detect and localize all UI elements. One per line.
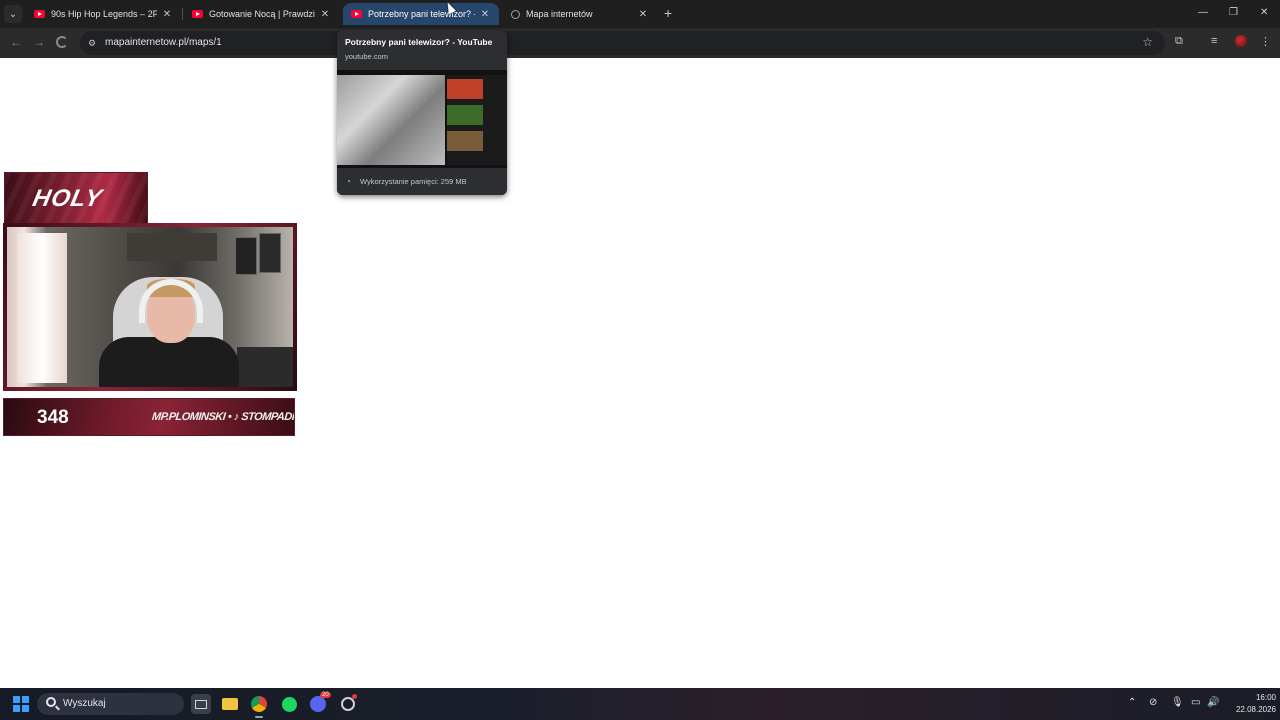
webcam-poster bbox=[235, 237, 257, 275]
video-thumbnail bbox=[447, 131, 483, 151]
tab-telewizor[interactable]: Potrzebny pani telewizor? - You ✕ bbox=[343, 3, 499, 25]
tab-title: Potrzebny pani telewizor? - You bbox=[368, 9, 475, 19]
close-window-icon[interactable]: ✕ bbox=[1260, 7, 1268, 18]
volume-icon[interactable]: 🔊 bbox=[1207, 697, 1219, 708]
webcam-feed bbox=[7, 227, 293, 387]
stream-logo-banner: HOLY bbox=[4, 172, 148, 224]
spotify-icon[interactable] bbox=[279, 694, 299, 714]
close-icon[interactable]: ✕ bbox=[637, 9, 649, 20]
minimize-icon[interactable]: — bbox=[1198, 7, 1208, 18]
restore-icon[interactable]: ❐ bbox=[1229, 7, 1238, 18]
tab-strip: ⌄ 90s Hip Hop Legends – 2Pac, Em ✕ Gotow… bbox=[0, 0, 1280, 28]
profile-avatar[interactable] bbox=[1235, 35, 1247, 47]
streamer-body bbox=[99, 337, 239, 387]
tab-search-button[interactable]: ⌄ bbox=[4, 5, 22, 23]
clock-date: 22.08.2026 bbox=[1235, 705, 1276, 714]
url-text[interactable]: mapainternetow.pl/maps/1 bbox=[105, 37, 222, 48]
close-icon[interactable]: ✕ bbox=[479, 9, 491, 20]
menu-icon[interactable]: ⋮ bbox=[1260, 35, 1271, 48]
globe-icon bbox=[511, 9, 520, 19]
active-app-indicator bbox=[255, 716, 263, 718]
search-icon bbox=[46, 697, 56, 707]
notification-dot bbox=[352, 694, 357, 699]
bookmark-star-icon[interactable]: ☆ bbox=[1142, 35, 1153, 49]
network-off-icon[interactable]: ⊘ bbox=[1149, 697, 1157, 708]
hover-card-domain: youtube.com bbox=[345, 52, 388, 61]
tab-hover-card: Potrzebny pani telewizor? - YouTube yout… bbox=[337, 30, 507, 195]
viewer-counter: 348 bbox=[37, 407, 69, 428]
taskbar-search[interactable]: Wyszukaj bbox=[37, 693, 184, 715]
task-view-icon[interactable] bbox=[191, 694, 211, 714]
forward-icon[interactable]: → bbox=[33, 35, 45, 49]
memory-icon: ◔ bbox=[346, 177, 351, 186]
youtube-icon bbox=[34, 10, 45, 18]
video-thumbnail bbox=[447, 79, 483, 99]
tab-title: Mapa internetów bbox=[526, 9, 593, 19]
address-bar[interactable]: ⚙ mapainternetow.pl/maps/1 ☆ bbox=[80, 31, 1165, 55]
microphone-icon[interactable]: 🎙 bbox=[1171, 697, 1184, 708]
youtube-icon bbox=[351, 10, 362, 18]
tab-divider bbox=[182, 8, 183, 20]
clock[interactable]: 16:00 22.08.2026 bbox=[1222, 692, 1276, 716]
notification-badge: 20 bbox=[320, 692, 331, 698]
tray-overflow-icon[interactable]: ⌃ bbox=[1128, 697, 1136, 708]
recommended-videos bbox=[447, 75, 507, 165]
webcam-desk bbox=[237, 347, 293, 387]
search-placeholder: Wyszukaj bbox=[63, 698, 106, 709]
video-thumbnail bbox=[447, 105, 483, 125]
windows-start-icon[interactable] bbox=[13, 696, 29, 712]
webcam-window bbox=[17, 233, 67, 383]
display-icon[interactable]: ▭ bbox=[1191, 697, 1200, 708]
hover-card-title: Potrzebny pani telewizor? - YouTube bbox=[345, 37, 493, 47]
tab-title: 90s Hip Hop Legends – 2Pac, Em bbox=[51, 9, 157, 19]
new-tab-button[interactable]: + bbox=[664, 6, 672, 20]
tab-title: Gotowanie Nocą | Prawdziwy W bbox=[209, 9, 315, 19]
file-explorer-icon[interactable] bbox=[220, 694, 240, 714]
webcam-shelf bbox=[127, 233, 217, 261]
memory-usage-row: ◔ Wykorzystanie pamięci: 259 MB bbox=[337, 168, 507, 195]
close-icon[interactable]: ✕ bbox=[319, 9, 331, 20]
taskbar: Wyszukaj 20 ⌃ ⊘ 🎙 ▭ 🔊 16:00 22.08.2026 bbox=[0, 688, 1280, 720]
app-icon[interactable] bbox=[338, 694, 358, 714]
tab-gotowanie[interactable]: Gotowanie Nocą | Prawdziwy W ✕ bbox=[184, 3, 339, 25]
video-frame bbox=[337, 75, 445, 165]
extensions-icon[interactable]: ⧉ bbox=[1175, 35, 1183, 48]
media-controls-icon[interactable]: ≡ bbox=[1211, 35, 1217, 47]
tab-hip-hop[interactable]: 90s Hip Hop Legends – 2Pac, Em ✕ bbox=[26, 3, 181, 25]
memory-usage-text: Wykorzystanie pamięci: 259 MB bbox=[360, 177, 467, 186]
tab-mapa[interactable]: Mapa internetów ✕ bbox=[503, 3, 657, 25]
stream-counter-bar: 348 MP.PLOMINSKI • ♪ STOMPADRE bbox=[3, 398, 295, 436]
site-settings-icon[interactable]: ⚙ bbox=[88, 38, 98, 48]
close-icon[interactable]: ✕ bbox=[161, 9, 173, 20]
webcam-frame bbox=[3, 223, 297, 391]
clock-time: 16:00 bbox=[1255, 693, 1276, 702]
webcam-poster bbox=[259, 233, 281, 273]
browser-toolbar: ← → ⚙ mapainternetow.pl/maps/1 ☆ ⧉ ≡ ⋮ bbox=[0, 28, 1280, 58]
social-handles: MP.PLOMINSKI • ♪ STOMPADRE bbox=[151, 411, 295, 423]
loading-spinner-icon[interactable] bbox=[56, 36, 68, 48]
banner-text: HOLY bbox=[30, 185, 105, 212]
back-icon[interactable]: ← bbox=[10, 35, 22, 49]
discord-icon[interactable]: 20 bbox=[308, 692, 331, 714]
youtube-icon bbox=[192, 10, 203, 18]
chrome-icon[interactable] bbox=[249, 694, 269, 714]
